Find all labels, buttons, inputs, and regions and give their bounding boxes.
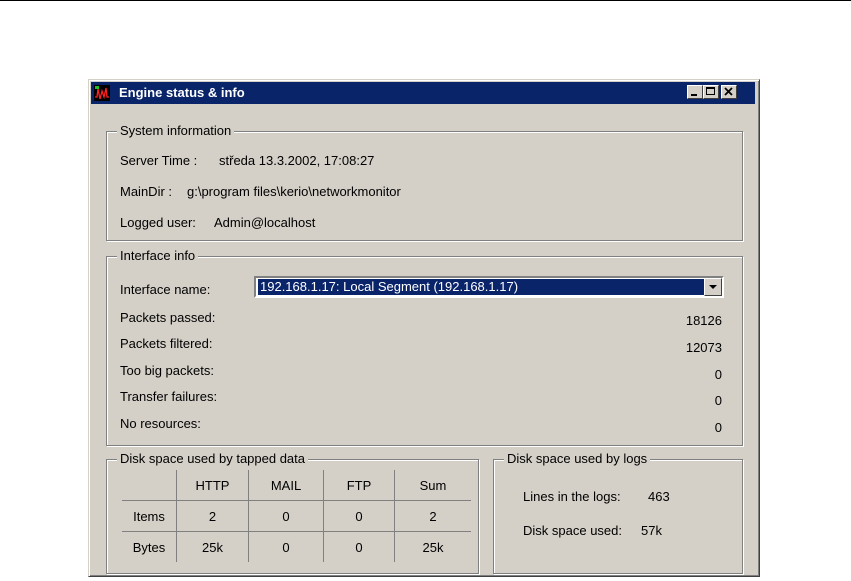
table-header-row: HTTP MAIL FTP Sum bbox=[122, 470, 471, 501]
table-header-cell: FTP bbox=[323, 470, 395, 501]
minimize-button[interactable] bbox=[687, 85, 703, 99]
table-row-label: Items bbox=[122, 500, 177, 532]
tapped-data-table: HTTP MAIL FTP Sum Items 2 0 0 2 Bytes 25… bbox=[122, 470, 471, 562]
maximize-icon bbox=[706, 87, 715, 95]
network-monitor-icon bbox=[94, 85, 110, 101]
dropdown-button[interactable] bbox=[704, 278, 722, 296]
lines-in-logs-label: Lines in the logs: bbox=[523, 489, 621, 504]
maindir-label: MainDir : bbox=[120, 184, 173, 199]
table-row-label: Bytes bbox=[122, 531, 177, 562]
interface-name-dropdown[interactable]: 192.168.1.17: Local Segment (192.168.1.1… bbox=[254, 276, 724, 298]
table-header-cell: HTTP bbox=[176, 470, 249, 501]
transfer-failures-label: Transfer failures: bbox=[120, 389, 218, 404]
too-big-packets-label: Too big packets: bbox=[120, 363, 214, 378]
minimize-icon bbox=[691, 94, 697, 96]
interface-name-label: Interface name: bbox=[120, 282, 211, 297]
disk-space-used-label: Disk space used: bbox=[523, 523, 622, 538]
window-title: Engine status & info bbox=[119, 85, 245, 100]
maindir-value: g:\program files\kerio\networkmonitor bbox=[187, 184, 401, 199]
transfer-failures-value: 0 bbox=[714, 393, 722, 408]
table-cell: 0 bbox=[248, 531, 324, 562]
packets-filtered-value: 12073 bbox=[685, 340, 722, 355]
table-cell: 2 bbox=[176, 500, 249, 532]
close-icon bbox=[724, 87, 733, 96]
packets-filtered-label: Packets filtered: bbox=[120, 336, 213, 351]
table-header-cell bbox=[122, 470, 177, 501]
logs-disk-group: Disk space used by logs bbox=[493, 451, 743, 574]
table-cell: 0 bbox=[323, 531, 395, 562]
disk-space-used-value: 57k bbox=[641, 523, 662, 538]
tapped-data-legend: Disk space used by tapped data bbox=[117, 451, 309, 467]
system-information-legend: System information bbox=[117, 123, 235, 139]
title-bar[interactable]: Engine status & info bbox=[91, 82, 755, 104]
server-time-label: Server Time : bbox=[120, 153, 198, 168]
table-cell: 0 bbox=[323, 500, 395, 532]
chevron-down-icon bbox=[709, 285, 717, 289]
too-big-packets-value: 0 bbox=[714, 367, 722, 382]
server-time-value: středa 13.3.2002, 17:08:27 bbox=[219, 153, 375, 168]
table-cell: 2 bbox=[394, 500, 471, 532]
interface-info-legend: Interface info bbox=[117, 248, 199, 264]
table-header-cell: MAIL bbox=[248, 470, 324, 501]
packets-passed-value: 18126 bbox=[685, 313, 722, 328]
packets-passed-label: Packets passed: bbox=[120, 310, 216, 325]
lines-in-logs-value: 463 bbox=[648, 489, 670, 504]
no-resources-value: 0 bbox=[714, 420, 722, 435]
logged-user-value: Admin@localhost bbox=[214, 215, 316, 230]
interface-name-selected: 192.168.1.17: Local Segment (192.168.1.1… bbox=[258, 279, 704, 295]
table-cell: 0 bbox=[248, 500, 324, 532]
logged-user-label: Logged user: bbox=[120, 215, 196, 230]
maximize-button[interactable] bbox=[703, 85, 719, 99]
close-button[interactable] bbox=[721, 85, 737, 99]
table-row: Bytes 25k 0 0 25k bbox=[122, 531, 471, 562]
no-resources-label: No resources: bbox=[120, 416, 201, 431]
table-row: Items 2 0 0 2 bbox=[122, 500, 471, 532]
table-header-cell: Sum bbox=[394, 470, 471, 501]
table-cell: 25k bbox=[176, 531, 249, 562]
logs-disk-legend: Disk space used by logs bbox=[504, 451, 651, 467]
top-divider bbox=[0, 0, 851, 1]
table-cell: 25k bbox=[394, 531, 471, 562]
